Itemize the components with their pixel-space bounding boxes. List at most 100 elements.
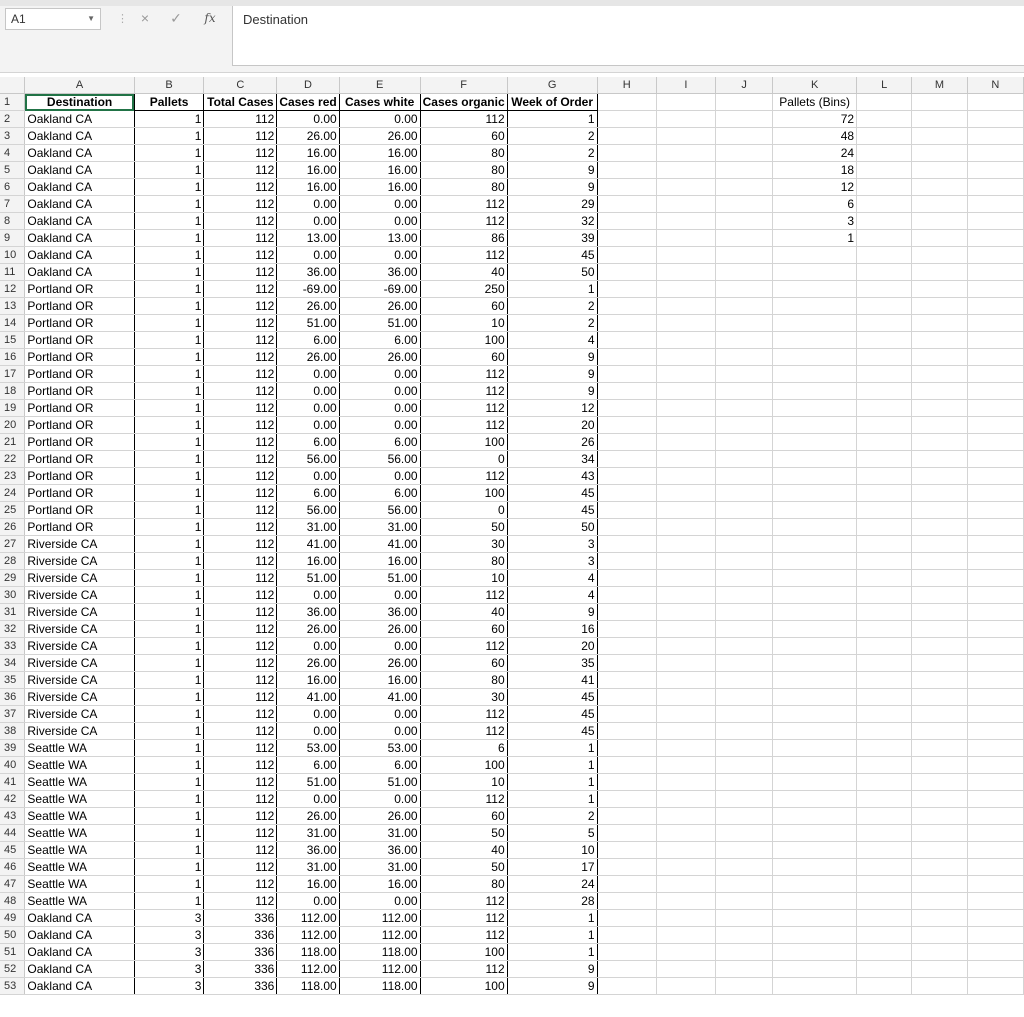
empty-cell[interactable]	[856, 195, 913, 213]
cell[interactable]: 112	[203, 892, 278, 910]
empty-cell[interactable]	[772, 705, 858, 723]
cell[interactable]: 31.00	[338, 858, 421, 876]
cell[interactable]: 2	[506, 297, 598, 315]
cell[interactable]: 2	[506, 144, 598, 162]
cell[interactable]: 112	[203, 314, 278, 332]
empty-cell[interactable]	[715, 637, 774, 655]
cell[interactable]: 26.00	[276, 654, 340, 672]
cell[interactable]: 112	[419, 892, 508, 910]
column-header-c[interactable]: C	[203, 77, 278, 94]
empty-cell[interactable]	[911, 790, 968, 808]
empty-cell[interactable]	[967, 433, 1024, 451]
row-header[interactable]: 19	[0, 399, 26, 417]
empty-cell[interactable]	[967, 416, 1024, 434]
empty-cell[interactable]	[597, 382, 657, 400]
cell[interactable]: 30	[419, 535, 508, 553]
cell[interactable]: 100	[419, 943, 508, 961]
cell[interactable]: 112	[203, 807, 278, 825]
cell[interactable]: 112	[203, 484, 278, 502]
empty-cell[interactable]	[597, 229, 657, 247]
empty-cell[interactable]	[715, 960, 774, 978]
cell[interactable]: 112	[203, 586, 278, 604]
empty-cell[interactable]	[656, 620, 716, 638]
cell[interactable]: 118.00	[338, 943, 421, 961]
empty-cell[interactable]	[597, 569, 657, 587]
empty-cell[interactable]	[911, 909, 968, 927]
empty-cell[interactable]	[772, 467, 858, 485]
cell[interactable]: 26.00	[276, 127, 340, 145]
empty-cell[interactable]	[772, 246, 858, 264]
cell[interactable]: 0.00	[276, 399, 340, 417]
cell[interactable]: 20	[506, 416, 598, 434]
cell[interactable]: 112	[419, 637, 508, 655]
cell[interactable]: 16.00	[276, 144, 340, 162]
cell[interactable]: Oakland CA	[24, 960, 135, 978]
cell[interactable]: 36.00	[276, 841, 340, 859]
row-header[interactable]: 3	[0, 127, 26, 145]
cell[interactable]: 112	[203, 433, 278, 451]
cell[interactable]: 12	[506, 399, 598, 417]
empty-cell[interactable]	[856, 739, 913, 757]
empty-cell[interactable]	[856, 263, 913, 281]
cell[interactable]: 336	[203, 943, 278, 961]
empty-cell[interactable]	[967, 535, 1024, 553]
row-header[interactable]: 37	[0, 705, 26, 723]
name-box[interactable]: A1 ▼	[5, 8, 101, 30]
cell[interactable]: 112	[419, 926, 508, 944]
cell[interactable]: 0.00	[276, 790, 340, 808]
cell[interactable]: 26.00	[338, 654, 421, 672]
empty-cell[interactable]	[597, 892, 657, 910]
cell[interactable]: 50	[506, 263, 598, 281]
cell[interactable]: 10	[419, 569, 508, 587]
empty-cell[interactable]	[597, 93, 657, 111]
empty-cell[interactable]	[967, 399, 1024, 417]
cell[interactable]: 0.00	[276, 892, 340, 910]
empty-cell[interactable]	[715, 433, 774, 451]
cell[interactable]: 9	[506, 977, 598, 995]
cell[interactable]: 0.00	[276, 246, 340, 264]
empty-cell[interactable]	[967, 654, 1024, 672]
cell[interactable]: 6.00	[338, 756, 421, 774]
cell[interactable]: 1	[133, 569, 205, 587]
empty-cell[interactable]	[715, 790, 774, 808]
cell[interactable]: 26.00	[276, 297, 340, 315]
cell[interactable]: 112	[203, 756, 278, 774]
cell[interactable]: 0.00	[338, 790, 421, 808]
empty-cell[interactable]	[772, 569, 858, 587]
empty-cell[interactable]	[656, 297, 716, 315]
empty-cell[interactable]	[597, 790, 657, 808]
empty-cell[interactable]	[597, 365, 657, 383]
cell[interactable]: 1	[506, 773, 598, 791]
cell[interactable]: Portland OR	[24, 280, 135, 298]
empty-cell[interactable]	[656, 178, 716, 196]
empty-cell[interactable]	[597, 552, 657, 570]
empty-cell[interactable]	[656, 688, 716, 706]
cell[interactable]: 112	[203, 297, 278, 315]
cell[interactable]: 6.00	[276, 331, 340, 349]
cell[interactable]: 16.00	[276, 161, 340, 179]
empty-cell[interactable]	[911, 586, 968, 604]
empty-cell[interactable]	[856, 518, 913, 536]
row-header[interactable]: 34	[0, 654, 26, 672]
cell[interactable]: 1	[133, 365, 205, 383]
cell[interactable]: 112	[203, 535, 278, 553]
cell[interactable]: 112.00	[276, 909, 340, 927]
row-header[interactable]: 41	[0, 773, 26, 791]
cell[interactable]: Seattle WA	[24, 892, 135, 910]
cell[interactable]: 26.00	[276, 620, 340, 638]
empty-cell[interactable]	[856, 348, 913, 366]
empty-cell[interactable]	[597, 960, 657, 978]
cell[interactable]: Riverside CA	[24, 586, 135, 604]
empty-cell[interactable]	[911, 229, 968, 247]
empty-cell[interactable]	[967, 297, 1024, 315]
cell[interactable]: 1	[133, 756, 205, 774]
cell[interactable]: 0.00	[338, 365, 421, 383]
cell[interactable]: 39	[506, 229, 598, 247]
empty-cell[interactable]	[856, 297, 913, 315]
empty-cell[interactable]	[967, 739, 1024, 757]
empty-cell[interactable]	[911, 484, 968, 502]
cell[interactable]: 1	[133, 807, 205, 825]
cell[interactable]: 40	[419, 603, 508, 621]
cell[interactable]: Portland OR	[24, 501, 135, 519]
empty-cell[interactable]	[656, 722, 716, 740]
